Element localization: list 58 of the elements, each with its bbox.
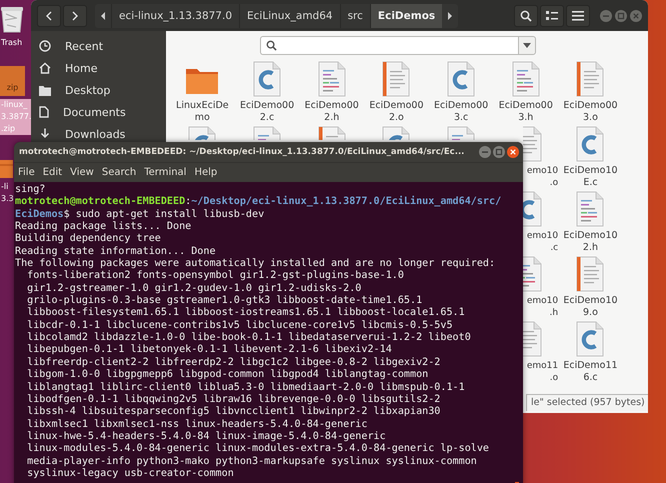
file-name: LinuxEciDe mo bbox=[176, 100, 229, 124]
file-name: EciDemo11 6.c bbox=[563, 360, 618, 384]
file-name: emo10 .c bbox=[526, 230, 558, 254]
terminal-line: libxmlsec1 libxmlsec1-nss linux-headers-5.4.0-84-generic bbox=[26, 418, 368, 431]
desktop-icon-label[interactable]: Trash bbox=[0, 37, 24, 49]
file-name: EciDemo00 3.c bbox=[434, 100, 488, 124]
terminal-line: sing? bbox=[15, 184, 46, 196]
file-name: EciDemo10 2.h bbox=[563, 230, 618, 254]
menu-item[interactable]: File bbox=[14, 167, 39, 178]
terminal-line: libcolamd2 libdazzle-1.0-0 libe-book-0.1-1 libedataserverui-1.2-2 libeot0 bbox=[26, 332, 472, 344]
sidebar-item[interactable]: Recent bbox=[65, 40, 104, 52]
file-name: EciDemo00 2.h bbox=[304, 100, 359, 124]
terminal-line: EciDemos$ sudo apt-get install libusb-dev bbox=[15, 208, 266, 221]
path-button[interactable]: EciLinux_amd64 bbox=[239, 4, 340, 28]
file-name: emo10 .o bbox=[526, 165, 558, 189]
sidebar-item[interactable]: Documents bbox=[63, 106, 126, 118]
status-overlay: le" selected (957 bytes) bbox=[526, 394, 648, 411]
file-name: EciDemo00 3.o bbox=[563, 100, 618, 124]
terminal-line: liblangtag1 liblirc-client0 liblua5.3-0 libmediaart-2.0-0 libmspub-0.1-1 bbox=[26, 382, 466, 394]
terminal-line: The following packages were automatically installed and are no longer required: bbox=[15, 258, 496, 270]
menu-item[interactable]: Edit bbox=[38, 167, 66, 178]
window-title: motrotech@motrotech-EMBEDEED: ~/Desktop/eci-linux_1.13.3877.0/EciLinux_amd64/src/Ec... bbox=[19, 147, 466, 157]
desktop-icon-label[interactable]: -li 3.3 bbox=[0, 181, 15, 205]
terminal-line: libssh-4 libsuitesparseconfig5 libvncclient1 libwinpr2-2 libxapian30 bbox=[26, 406, 442, 419]
sidebar-item[interactable]: Desktop bbox=[65, 84, 110, 96]
terminal-line: libodfgen-0.1-1 libqqwing2v5 libraw16 librevenge-0.0-0 libsgutils2-2 bbox=[26, 394, 442, 406]
file-name: EciDemo00 3.h bbox=[498, 100, 553, 124]
terminal-line: grilo-plugins-0.3-base gstreamer1.0-gtk3 libboost-date-time1.65.1 bbox=[26, 295, 424, 307]
terminal-line: linux-modules-5.4.0-84-generic linux-modules-extra-5.4.0-84-generic lp-solve bbox=[26, 443, 490, 456]
terminal-line: libboost-filesystem1.65.1 libboost-iostreams1.65.1 libboost-locale1.65.1 bbox=[26, 307, 466, 320]
file-name: emo11 .o bbox=[526, 360, 558, 384]
terminal-line: libepubgen-0.1-1 libetonyek-0.1-1 libevent-2.1-6 libexiv2-14 bbox=[26, 344, 393, 357]
file-name: emo10 .h bbox=[526, 295, 558, 319]
file-name: EciDemo10 E.c bbox=[563, 165, 618, 189]
file-name: EciDemo00 2.c bbox=[240, 100, 294, 124]
sidebar-item[interactable]: Home bbox=[65, 62, 98, 74]
terminal-line: media-player-info python3-mako python3-markupsafe syslinux syslinux-common bbox=[26, 456, 478, 468]
terminal-line: libfreerdp-client2-2 libfreerdp2-2 libgc1c2 libgee-0.8-2 libgexiv2-2 bbox=[26, 356, 442, 369]
path-button[interactable]: EciDemos bbox=[370, 4, 442, 28]
path-button[interactable]: eci-linux_1.13.3877.0 bbox=[111, 4, 240, 28]
menu-item[interactable]: View bbox=[66, 167, 98, 178]
file-name: EciDemo00 2.o bbox=[369, 100, 424, 124]
terminal-line: libcdr-0.1-1 libclucene-contribs1v5 libclucene-core1v5 libcmis-0.5-5v5 bbox=[26, 320, 454, 332]
menu-item[interactable]: Help bbox=[190, 167, 222, 178]
terminal-line: linux-hwe-5.4-headers-5.4.0-84 linux-image-5.4.0-84-generic bbox=[26, 430, 387, 443]
zip-archive-icon[interactable]: zip bbox=[0, 66, 25, 96]
terminal-line: Building dependency tree bbox=[15, 233, 162, 246]
terminal-line: syslinux-legacy usb-creator-common bbox=[26, 468, 235, 480]
sidebar-item[interactable]: Downloads bbox=[65, 128, 126, 140]
file-name: EciDemo10 9.o bbox=[563, 295, 618, 319]
menu-item[interactable]: Search bbox=[98, 167, 140, 178]
terminal-line: motrotech@motrotech-EMBEDEED:~/Desktop/eci-linux_1.13.3877.0/EciLinux_amd64/src/ bbox=[15, 196, 502, 208]
terminal-line: libgom-1.0-0 libgpgmepp6 libgpod-common libgpod4 liblangtag-common bbox=[26, 369, 430, 382]
terminal-line: fonts-liberation2 fonts-opensymbol gir1.2-gst-plugins-base-1.0 bbox=[26, 270, 405, 283]
terminal-line: gir1.2-gstreamer-1.0 gir1.2-gudev-1.0 gir1.2-udisks-2.0 bbox=[26, 282, 362, 295]
terminal-line: Reading state information... Done bbox=[15, 246, 217, 258]
menu-item[interactable]: Terminal bbox=[140, 167, 190, 178]
terminal-line: Reading package lists... Done bbox=[15, 221, 192, 233]
